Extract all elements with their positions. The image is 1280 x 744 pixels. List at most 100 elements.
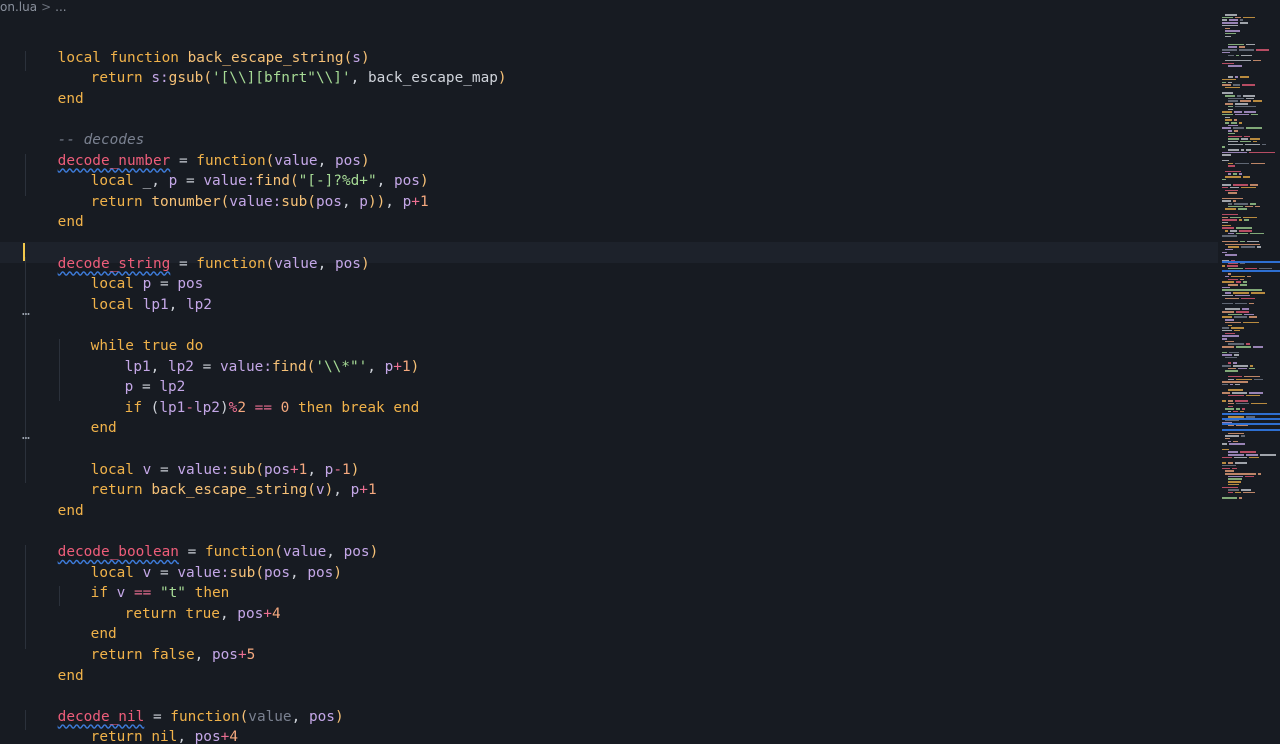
variable: pos — [307, 564, 334, 581]
minimap-code-stroke — [1228, 173, 1231, 175]
minimap[interactable] — [1222, 14, 1280, 504]
minimap-code-stroke — [1229, 443, 1245, 445]
code-line-3[interactable]: end — [23, 68, 84, 107]
breadcrumb-more[interactable]: ... — [55, 0, 66, 14]
minimap-code-stroke — [1222, 216, 1228, 218]
punctuation: , — [291, 708, 309, 725]
code-line-29[interactable]: end — [56, 604, 117, 642]
variable: value — [229, 193, 273, 210]
operator: : — [272, 193, 282, 210]
punctuation: , — [350, 70, 368, 87]
minimap-code-stroke — [1232, 467, 1237, 470]
breadcrumb: on.lua >... — [0, 0, 67, 16]
keyword: end — [57, 214, 84, 231]
code-line-16[interactable]: lp1, lp2 = value:find('\\*"', p+1) — [90, 336, 420, 375]
minimap-code-stroke — [1244, 375, 1260, 378]
function-call: tonumber — [151, 193, 221, 210]
keyword: end — [57, 90, 84, 107]
minimap-code-stroke — [1235, 105, 1256, 108]
minimap-code-stroke — [1235, 294, 1250, 297]
code-line-27[interactable]: if v == "t" then — [56, 563, 230, 601]
code-line-11[interactable]: decode_string = function(value, pos) — [23, 233, 370, 272]
minimap-code-stroke — [1228, 481, 1241, 483]
minimap-code-stroke — [1234, 456, 1247, 459]
code-line-7[interactable]: local _, p = value:find("[-]?%d+", pos) — [56, 151, 429, 189]
minimap-code-stroke — [1225, 356, 1237, 359]
code-editor[interactable]: local function back_escape_string(s) ret… — [0, 28, 1218, 744]
code-line-28[interactable]: return true, pos+4 — [90, 583, 281, 622]
breadcrumb-file[interactable]: on.lua — [0, 0, 37, 14]
method: gsub — [168, 70, 204, 87]
code-line-17[interactable]: p = lp2 — [90, 357, 186, 395]
minimap-code-stroke — [1225, 292, 1231, 294]
minimap-code-stroke — [1245, 205, 1253, 208]
operator: + — [220, 729, 230, 744]
minimap-code-stroke — [1243, 16, 1255, 19]
code-line-26[interactable]: local v = value:sub(pos, pos) — [56, 542, 342, 581]
folded-region-ellipsis[interactable]: … — [22, 305, 30, 325]
minimap-code-stroke — [1233, 292, 1249, 294]
minimap-code-stroke — [1249, 392, 1263, 394]
minimap-code-stroke — [1237, 95, 1241, 97]
minimap-code-stroke — [1228, 491, 1233, 494]
operator: = — [193, 358, 220, 375]
minimap-code-stroke — [1243, 491, 1255, 494]
minimap-code-stroke — [1241, 246, 1255, 248]
code-line-15[interactable]: while true do — [56, 315, 204, 354]
code-line-1[interactable]: local function back_escape_string(s) — [23, 28, 370, 66]
minimap-code-stroke — [1233, 173, 1237, 175]
code-line-19[interactable]: end — [56, 398, 117, 436]
code-line-9[interactable]: end — [23, 192, 84, 230]
keyword: if — [124, 399, 142, 416]
minimap-code-stroke — [1234, 119, 1237, 121]
number: 0 — [280, 399, 290, 416]
minimap-code-stroke — [1250, 184, 1258, 186]
minimap-code-stroke — [1243, 321, 1259, 324]
code-line-31[interactable]: end — [23, 645, 84, 684]
code-line-12[interactable]: local p = pos — [56, 254, 204, 292]
code-line-2[interactable]: return s:gsub('[\\][bfnrt"\\]', back_esc… — [56, 48, 507, 86]
code-line-34[interactable]: return nil, pos+4 — [56, 707, 238, 744]
minimap-code-stroke — [1235, 302, 1247, 305]
paren: ) — [333, 564, 342, 581]
minimap-code-stroke — [1240, 278, 1244, 281]
keyword: end — [57, 502, 84, 519]
code-line-13[interactable]: local lp1, lp2 — [56, 274, 212, 313]
code-line-23[interactable]: end — [23, 480, 84, 519]
code-line-5[interactable]: -- decodes — [23, 109, 145, 148]
code-line-35[interactable]: end — [23, 727, 84, 744]
code-line-33[interactable]: decode_nil = function(value, pos) — [23, 686, 344, 725]
minimap-code-stroke — [1228, 205, 1243, 208]
minimap-code-stroke — [1251, 292, 1265, 294]
minimap-code-stroke — [1222, 197, 1243, 200]
minimap-code-stroke — [1225, 321, 1241, 324]
code-line-25[interactable]: decode_boolean = function(value, pos) — [23, 521, 379, 560]
minimap-code-stroke — [1255, 205, 1260, 208]
paren: ( — [141, 399, 160, 416]
minimap-code-stroke — [1243, 95, 1255, 97]
code-line-18[interactable]: if (lp1-lp2)%2 == 0 then break end — [90, 377, 420, 416]
code-line-6[interactable]: decode_number = function(value, pos) — [23, 130, 370, 169]
minimap-code-stroke — [1225, 14, 1237, 16]
keyword: then — [298, 399, 333, 416]
paren: ( — [203, 70, 212, 87]
variable: value — [219, 358, 264, 375]
folded-region-ellipsis[interactable]: … — [22, 429, 30, 449]
minimap-code-stroke — [1239, 230, 1252, 232]
minimap-code-stroke — [1228, 451, 1238, 453]
minimap-code-stroke — [1222, 62, 1234, 65]
keyword: return — [90, 646, 143, 663]
minimap-code-stroke — [1240, 240, 1245, 243]
code-line-30[interactable]: return false, pos+5 — [56, 624, 256, 663]
code-line-21[interactable]: local v = value:sub(pos+1, p-1) — [56, 439, 360, 478]
code-line-22[interactable]: return back_escape_string(v), p+1 — [56, 460, 377, 498]
minimap-code-stroke — [1222, 302, 1233, 305]
code-line-8[interactable]: return tonumber(value:sub(pos, p)), p+1 — [56, 171, 429, 210]
minimap-code-stroke — [1228, 246, 1239, 248]
variable: pos — [211, 646, 238, 663]
punctuation: , — [168, 296, 186, 313]
operator: : — [159, 70, 169, 87]
minimap-code-stroke — [1229, 351, 1239, 353]
minimap-code-stroke — [1251, 402, 1267, 405]
minimap-code-stroke — [1222, 316, 1232, 318]
